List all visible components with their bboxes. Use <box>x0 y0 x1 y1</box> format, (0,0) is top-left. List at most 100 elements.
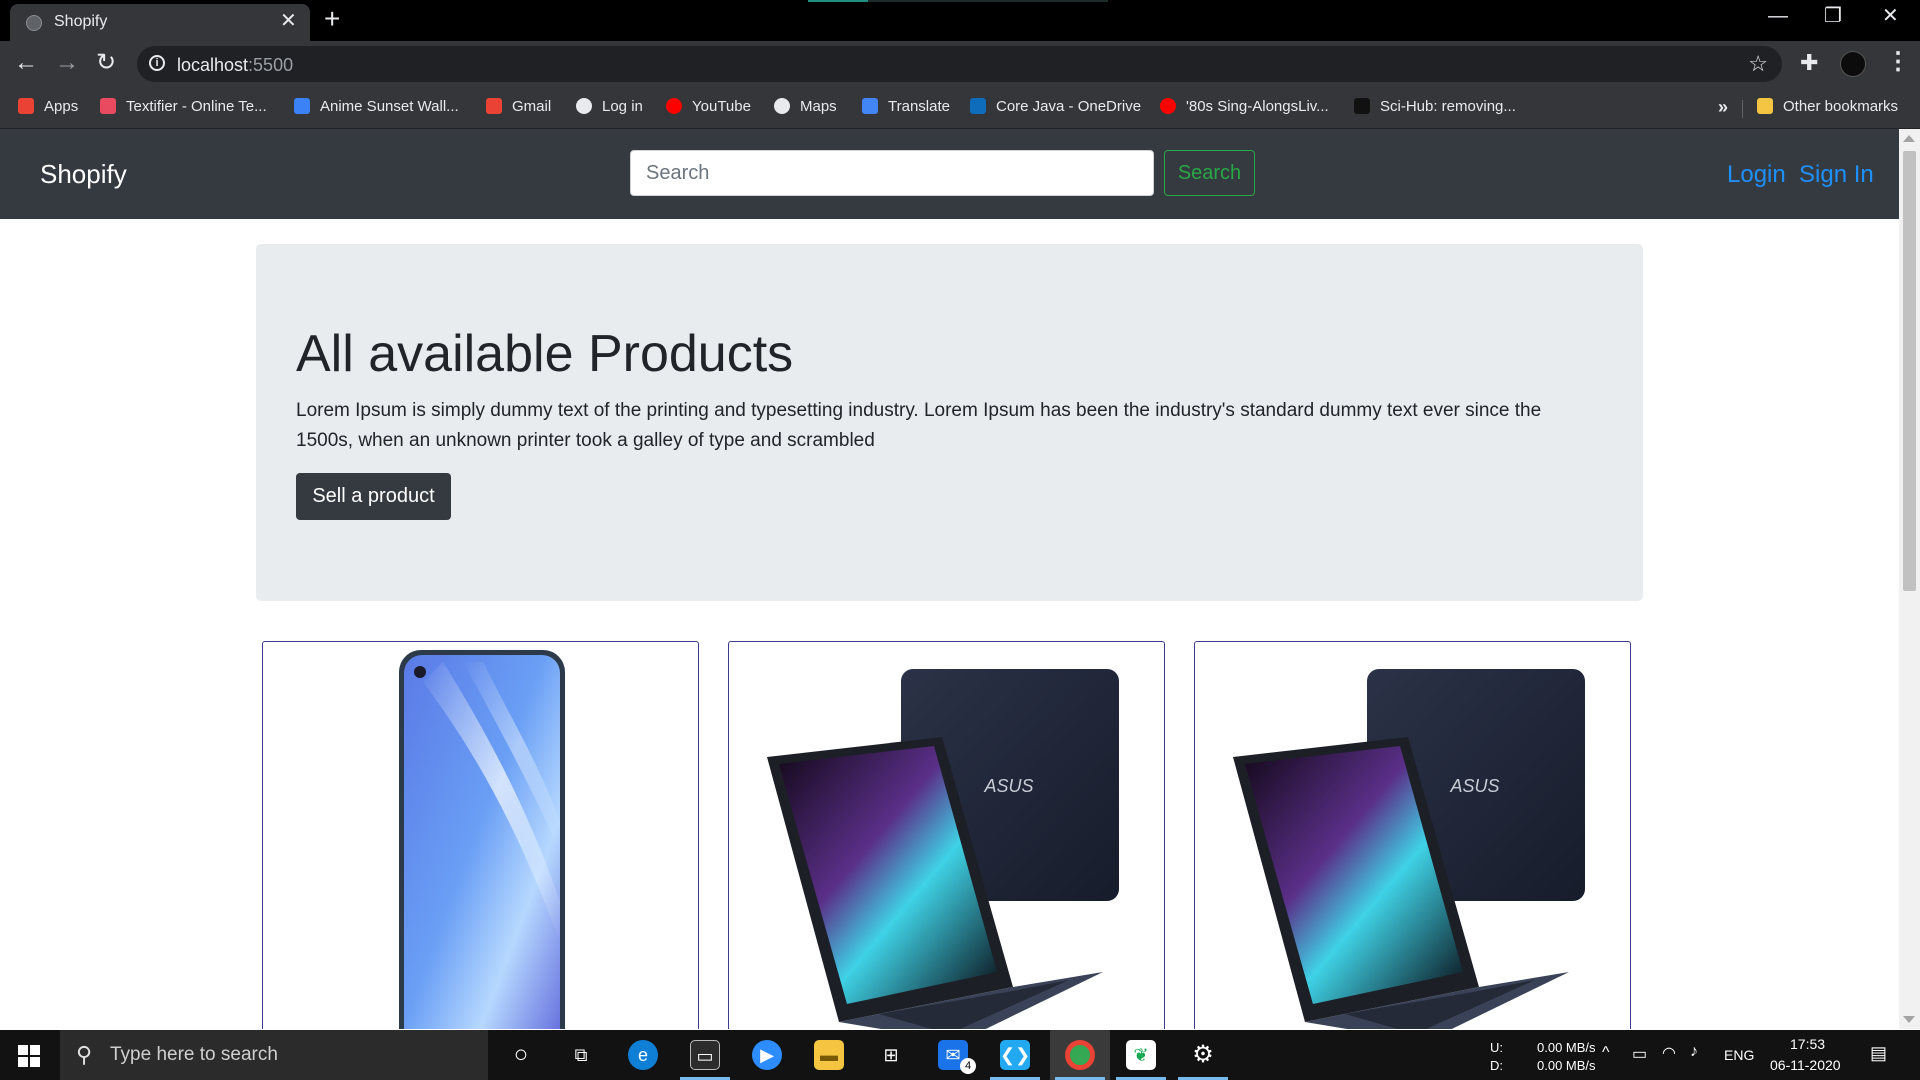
microsoft-store-icon[interactable]: ⊞ <box>876 1040 906 1070</box>
bookmarks-divider <box>1742 100 1743 118</box>
bookmark-star-icon[interactable]: ☆ <box>1748 51 1768 77</box>
gmail-icon <box>486 98 502 115</box>
bookmark-item[interactable]: Apps <box>18 94 78 120</box>
hero-description: Lorem Ipsum is simply dummy text of the … <box>296 400 1542 451</box>
search-input[interactable] <box>630 150 1154 196</box>
bookmark-item[interactable]: Log in <box>576 94 643 120</box>
clock-date[interactable]: 06-11-2020 <box>1770 1057 1841 1073</box>
svg-text:ASUS: ASUS <box>983 776 1033 796</box>
network-up-label: U: <box>1490 1040 1503 1055</box>
profile-avatar[interactable] <box>1840 51 1866 77</box>
notifications-icon[interactable]: ▤ <box>1870 1043 1887 1064</box>
reload-button[interactable]: ↻ <box>96 49 116 77</box>
file-explorer-icon[interactable]: ▬ <box>814 1040 844 1070</box>
globe-icon <box>774 98 790 115</box>
asus-laptop-image: ASUS <box>767 669 1119 1029</box>
other-bookmarks-folder[interactable]: Other bookmarks <box>1757 94 1898 120</box>
extensions-puzzle-icon[interactable]: ✚ <box>1800 50 1818 76</box>
sell-product-button[interactable]: Sell a product <box>296 473 451 520</box>
bookmark-item[interactable]: '80s Sing-AlongsLiv... <box>1160 94 1329 120</box>
battery-icon[interactable]: ▭ <box>1632 1044 1647 1064</box>
window-close-button[interactable]: ✕ <box>1882 6 1899 26</box>
taskbar-search-box[interactable]: ⚲ Type here to search <box>60 1030 488 1080</box>
bookmark-label: Gmail <box>512 98 552 115</box>
bookmark-label: Apps <box>44 98 79 115</box>
back-button[interactable]: ← <box>14 49 38 77</box>
svg-text:ASUS: ASUS <box>1449 776 1499 796</box>
restore-button[interactable]: ❐ <box>1824 6 1842 26</box>
tray-overflow-icon[interactable]: ^ <box>1602 1044 1610 1062</box>
scihub-icon <box>1354 98 1370 115</box>
close-icon[interactable]: ✕ <box>280 11 297 31</box>
bookmark-label: Translate <box>888 98 950 115</box>
bookmark-item[interactable]: Gmail <box>486 94 551 120</box>
site-navbar: Shopify Search Login Sign In <box>0 129 1899 219</box>
bookmark-item[interactable]: Textifier - Online Te... <box>100 94 267 120</box>
new-tab-button[interactable]: + <box>324 5 340 33</box>
bookmark-label: Textifier - Online Te... <box>126 98 267 115</box>
bookmark-item[interactable]: Translate <box>862 94 950 120</box>
scrollbar-thumb[interactable] <box>1903 151 1916 591</box>
scroll-down-arrow[interactable] <box>1903 1016 1915 1023</box>
bookmarks-overflow-button[interactable]: » <box>1718 94 1728 120</box>
wifi-icon[interactable]: ◠ <box>1662 1043 1676 1063</box>
page-scrollbar[interactable] <box>1899 129 1920 1029</box>
bookmark-label: Log in <box>602 98 643 115</box>
browser-toolbar: ← → ↻ i localhost:5500 ☆ ✚ ⋮ <box>0 41 1920 87</box>
youtube-icon <box>666 98 682 115</box>
textifier-icon <box>100 98 116 115</box>
bookmark-label: Sci-Hub: removing... <box>1380 98 1516 115</box>
edge-browser-icon[interactable]: e <box>628 1040 658 1070</box>
scroll-up-arrow[interactable] <box>1903 135 1915 142</box>
bookmark-item[interactable]: YouTube <box>666 94 751 120</box>
bookmark-item[interactable]: Maps <box>774 94 837 120</box>
terminal-icon[interactable]: ▭ <box>690 1040 720 1070</box>
language-indicator[interactable]: ENG <box>1724 1047 1754 1063</box>
bookmark-label: Maps <box>800 98 837 115</box>
windows-taskbar: ⚲ Type here to search ○ ⧉ e ▭ ▶ ▬ ⊞ ✉ 4 … <box>0 1030 1920 1080</box>
bookmark-label: YouTube <box>692 98 751 115</box>
globe-icon <box>26 15 42 31</box>
mongodb-icon[interactable]: ❦ <box>1126 1040 1156 1070</box>
apps-grid-icon <box>18 98 34 115</box>
bookmark-label: '80s Sing-AlongsLiv... <box>1186 98 1329 115</box>
taskbar-search-placeholder: Type here to search <box>110 1044 278 1065</box>
product-card[interactable] <box>262 641 699 1029</box>
tab-shopify[interactable]: Shopify ✕ <box>10 4 310 41</box>
browser-tab-strip: Shopify ✕ + — ❐ ✕ <box>0 0 1920 41</box>
globe-icon <box>576 98 592 115</box>
info-icon[interactable]: i <box>149 55 165 71</box>
clock-time[interactable]: 17:53 <box>1790 1036 1825 1052</box>
bookmark-label: Anime Sunset Wall... <box>320 98 459 115</box>
zoom-icon[interactable]: ▶ <box>752 1040 782 1070</box>
folder-icon <box>1757 98 1773 115</box>
product-card[interactable]: ASUS <box>728 641 1165 1029</box>
product-card[interactable]: ASUS <box>1194 641 1631 1029</box>
brand-logo[interactable]: Shopify <box>40 159 127 190</box>
youtube-icon <box>1160 98 1176 115</box>
bookmark-item[interactable]: Sci-Hub: removing... <box>1354 94 1516 120</box>
tab-title: Shopify <box>54 13 108 30</box>
bookmark-item[interactable]: Core Java - OneDrive <box>970 94 1141 120</box>
task-view-icon[interactable]: ⧉ <box>566 1040 596 1070</box>
search-icon: ⚲ <box>76 1042 93 1067</box>
forward-button[interactable]: → <box>55 49 79 77</box>
mail-badge: 4 <box>960 1058 976 1074</box>
windows-start-icon[interactable] <box>18 1045 40 1067</box>
browser-menu-icon[interactable]: ⋮ <box>1886 47 1910 76</box>
network-down-speed: 0.00 MB/s <box>1537 1058 1596 1073</box>
bookmark-label: Core Java - OneDrive <box>996 98 1142 115</box>
search-button[interactable]: Search <box>1164 150 1255 196</box>
address-bar[interactable]: i localhost:5500 ☆ <box>137 46 1782 82</box>
minimize-button[interactable]: — <box>1768 6 1788 26</box>
cortana-icon[interactable]: ○ <box>506 1040 536 1070</box>
bookmark-item[interactable]: Anime Sunset Wall... <box>294 94 459 120</box>
url-text[interactable]: localhost:5500 <box>177 55 293 76</box>
vscode-icon[interactable]: ❮❯ <box>1000 1040 1030 1070</box>
login-link[interactable]: Login <box>1727 161 1786 189</box>
bookmarks-bar: » Other bookmarks Apps Textifier - Online… <box>0 87 1920 129</box>
sign-in-link[interactable]: Sign In <box>1799 161 1874 189</box>
settings-gear-icon[interactable]: ⚙ <box>1188 1040 1218 1070</box>
chrome-icon[interactable] <box>1065 1040 1095 1070</box>
volume-icon[interactable]: ♪ <box>1690 1043 1698 1061</box>
